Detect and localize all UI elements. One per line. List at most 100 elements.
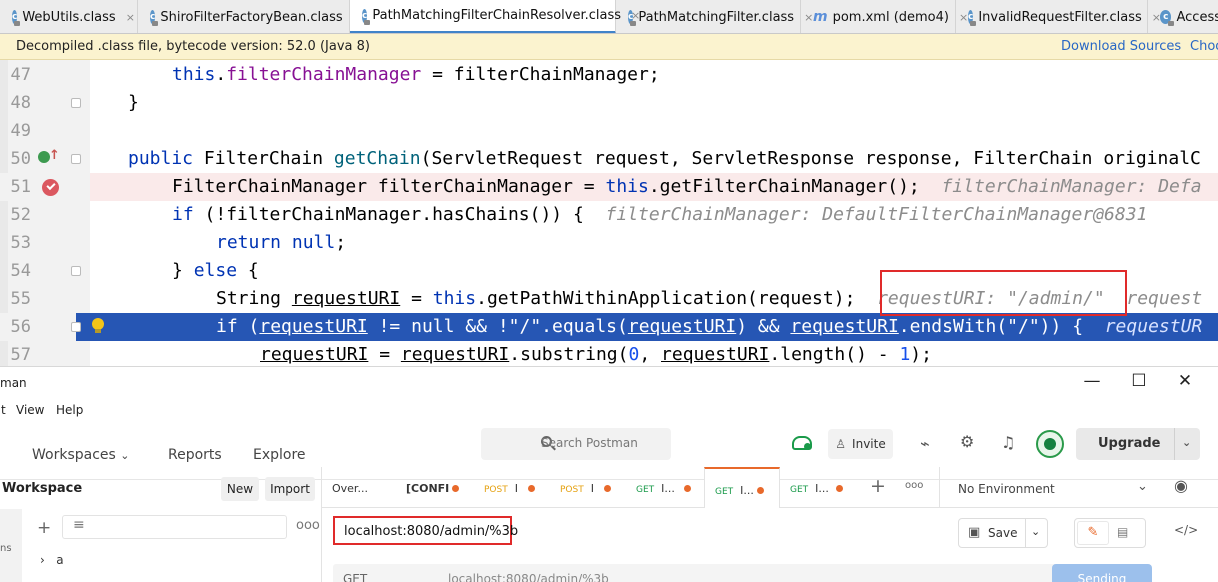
request-row[interactable]: GET localhost:8080/admin/%3b [333,564,1058,582]
code-icon[interactable]: </> [1174,523,1198,537]
search-input[interactable]: Search Postman [481,428,671,460]
rail-label: ns [0,543,12,554]
fold-marker-icon[interactable] [71,98,81,108]
postman-window: man — ☐ ✕ t View Help Workspaces ⌄ Repor… [0,366,1218,582]
minimize-icon[interactable]: — [1077,371,1107,391]
breakpoint-icon[interactable] [42,179,59,196]
close-window-icon[interactable]: ✕ [1170,371,1200,391]
nav-workspaces[interactable]: Workspaces ⌄ [32,447,130,463]
method-label: POST [560,485,584,495]
lightbulb-icon[interactable] [92,318,104,333]
editor-tab-active[interactable]: c PathMatchingFilterChainResolver.class … [350,0,640,33]
send-button[interactable]: Sending [1052,564,1152,582]
keyword: if [172,204,194,225]
view-mode-toggle[interactable]: ✎ ▤ [1074,518,1146,548]
up-arrow-icon: ↑ [49,148,60,163]
tab-label: [CONFI [406,482,450,495]
line-number: 53 [10,233,31,253]
code-editor[interactable]: 47 this.filterChainManager = filterChain… [0,60,1218,366]
code-line: 57 requestURI = requestURI.substring(0, … [0,341,1218,366]
code-line: 48 } [0,89,1218,117]
chevron-down-icon[interactable]: ⌄ [1031,525,1040,538]
request-tab[interactable]: GET I... [626,467,704,508]
fold-marker-icon[interactable] [71,154,81,164]
keyword: else [193,260,238,281]
filter-input[interactable] [62,515,287,539]
keyword: public [128,148,204,169]
sync-status-icon[interactable] [792,436,812,450]
request-tab[interactable]: POST I [474,467,550,508]
editor-tab[interactable]: c WebUtils.class × [0,0,138,33]
chevron-down-icon[interactable]: ⌄ [1182,436,1191,449]
unsaved-dot [684,485,691,492]
code-part: && !"/".equals( [454,316,628,337]
request-tab[interactable]: GET I... [780,467,856,508]
inline-value-hint: filterChainManager: Defa [941,176,1202,197]
highlight-annotation-box [880,270,1127,316]
url-annotation-box[interactable]: localhost:8080/admin/%3b [333,516,518,545]
eye-icon[interactable]: ◉ [1174,476,1188,495]
tab-label: Over... [332,482,368,495]
editor-tab[interactable]: c InvalidRequestFilter.class × [956,0,1161,33]
new-tab-icon[interactable]: + [870,475,886,497]
add-collection-icon[interactable]: + [37,518,51,538]
satellite-icon[interactable]: ⌁ [920,434,930,453]
environment-select[interactable]: No Environment [958,482,1055,496]
request-url[interactable]: localhost:8080/admin/%3b [344,524,518,539]
fold-marker-icon[interactable] [71,322,81,332]
bell-icon[interactable]: ♫ [1001,433,1015,452]
pencil-icon[interactable]: ✎ [1077,521,1109,545]
editor-tab[interactable]: c Access [1148,0,1218,33]
url-input[interactable]: localhost:8080/admin/%3b [448,572,609,582]
editor-tab[interactable]: c ShiroFilterFactoryBean.class × [138,0,362,33]
sidebar-rail[interactable]: ns [0,509,22,582]
nav-reports[interactable]: Reports [168,447,222,463]
download-sources-link[interactable]: Download Sources [1061,39,1181,54]
gear-icon[interactable]: ⚙ [960,432,974,451]
chevron-down-icon[interactable]: ⌄ [1137,479,1148,494]
fold-marker-icon[interactable] [71,266,81,276]
avatar[interactable] [1036,430,1064,458]
inline-value-hint: filterChainManager: DefaultFilterChainMa… [605,204,1148,225]
more-options-icon[interactable]: ooo [296,518,320,533]
menu-item-file[interactable]: t [1,403,6,417]
class-icon: c [968,10,977,26]
collection-item[interactable]: › a [40,553,64,567]
menu-item-help[interactable]: Help [56,403,83,417]
import-button[interactable]: Import [265,477,315,501]
line-number: 47 [10,65,31,85]
choose-sources-link[interactable]: Choo [1190,39,1218,54]
save-icon: ▣ [968,525,981,540]
editor-tab[interactable]: m pom.xml (demo4) × [801,0,968,33]
keyword: this [605,176,649,197]
request-tab-active[interactable]: GET I... [704,467,780,508]
more-tabs-icon[interactable]: ooo [905,480,923,491]
code-part: .getPathWithinApplication(request); [476,288,856,309]
code-part: String [216,288,292,309]
maximize-icon[interactable]: ☐ [1124,371,1154,391]
variable-ref: requestURI [260,344,369,365]
save-button[interactable]: ▣ Save ⌄ [958,518,1048,548]
code-part: { [237,260,259,281]
upgrade-label: Upgrade [1098,436,1161,451]
line-number: 55 [10,289,31,309]
editor-tab[interactable]: c PathMatchingFilter.class × [616,0,813,33]
close-icon[interactable]: × [124,11,137,24]
nav-label: Workspaces [32,447,116,463]
comment-icon[interactable]: ▤ [1117,525,1128,539]
request-tab[interactable]: [CONFI [396,467,474,508]
chevron-down-icon: ⌄ [120,449,130,462]
code-part: FilterChainManager filterChainManager = [172,176,606,197]
invite-button[interactable]: ♙ Invite [828,429,893,459]
code-part: ; [335,232,347,253]
nav-explore[interactable]: Explore [253,447,306,463]
request-tab[interactable]: POST I [550,467,626,508]
menu-item-view[interactable]: View [16,403,44,417]
upgrade-button[interactable]: Upgrade ⌄ [1076,428,1200,460]
new-button[interactable]: New [221,477,259,501]
line-number: 56 [10,317,31,337]
request-tab[interactable]: Over... [322,467,396,508]
method-select[interactable]: GET [343,572,367,582]
line-number: 54 [10,261,31,281]
tab-label: InvalidRequestFilter.class [978,9,1142,25]
